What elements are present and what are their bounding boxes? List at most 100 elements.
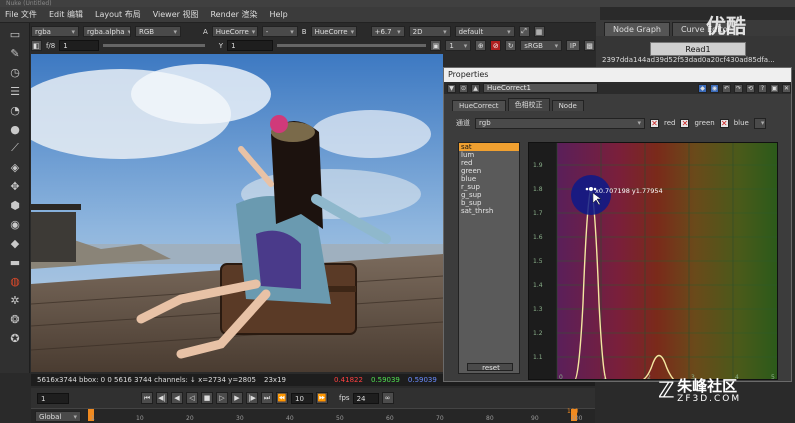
viewer-image[interactable] xyxy=(31,54,443,372)
proxy-icon[interactable]: ▣ xyxy=(430,40,442,51)
merge-icon[interactable]: ◈ xyxy=(4,159,26,175)
tangent-handle[interactable] xyxy=(585,187,589,191)
color-icon[interactable]: ◔ xyxy=(4,102,26,118)
lut-select[interactable]: default xyxy=(454,26,515,37)
node-name-field[interactable]: HueCorrect1 xyxy=(483,83,598,93)
gain-slider[interactable] xyxy=(103,44,205,47)
last-frame-icon[interactable]: ⏭ xyxy=(261,392,273,404)
pause-render-icon[interactable]: ⊕ xyxy=(475,40,487,51)
undo-icon[interactable]: ↶ xyxy=(722,83,731,93)
3d-icon[interactable]: ⬢ xyxy=(4,197,26,213)
overlay-icon[interactable]: ▦ xyxy=(533,26,545,37)
stop-render-icon[interactable]: ⊘ xyxy=(490,40,502,51)
curve-item-lum[interactable]: lum xyxy=(459,151,519,159)
compare-mode-select[interactable]: - xyxy=(261,26,298,37)
views-icon[interactable]: ◉ xyxy=(4,216,26,232)
settings-icon[interactable]: ⊙ xyxy=(459,83,468,93)
curve-item-r-sup[interactable]: r_sup xyxy=(459,183,519,191)
channel-layer-select[interactable]: rgba xyxy=(31,26,79,37)
skip-forward-icon[interactable]: ⏩ xyxy=(316,392,328,404)
tab-node-graph[interactable]: Node Graph xyxy=(604,22,670,36)
image-icon[interactable]: ▭ xyxy=(4,26,26,42)
alpha-channel-select[interactable]: rgba.alpha xyxy=(83,26,131,37)
tab-node[interactable]: Node xyxy=(551,100,584,111)
view-icon[interactable]: ◉ xyxy=(710,83,719,93)
metadata-icon[interactable]: ◆ xyxy=(4,235,26,251)
paint-brush-icon[interactable]: ✎ xyxy=(4,45,26,61)
viewer-lock-icon[interactable]: ▩ xyxy=(584,40,595,51)
first-frame-icon[interactable]: ⏮ xyxy=(141,392,153,404)
transform-icon[interactable]: ✥ xyxy=(4,178,26,194)
timeline-range-select[interactable]: Global xyxy=(35,411,81,422)
float-icon[interactable]: ▣ xyxy=(770,83,779,93)
proxy-select[interactable]: 1 xyxy=(445,40,472,51)
stop-icon[interactable]: ■ xyxy=(201,392,213,404)
start-frame-field[interactable]: 1 xyxy=(37,392,69,404)
close-icon[interactable]: ✕ xyxy=(782,83,791,93)
next-keyframe-icon[interactable]: |▶ xyxy=(246,392,258,404)
curve-keyframe[interactable] xyxy=(589,187,593,191)
plugins-icon[interactable]: ❂ xyxy=(4,311,26,327)
curve-item-blue[interactable]: blue xyxy=(459,175,519,183)
tab-huecorrect[interactable]: HueCorrect xyxy=(452,100,506,111)
step-forward-icon[interactable]: ▷ xyxy=(216,392,228,404)
furnace-icon[interactable]: ◍ xyxy=(4,273,26,289)
help-icon[interactable]: ? xyxy=(758,83,767,93)
menu-render[interactable]: Render 渲染 xyxy=(210,9,257,20)
gamma-field[interactable]: 1 xyxy=(227,40,273,51)
colorspace-select[interactable]: sRGB xyxy=(520,40,563,51)
curve-item-sat-thrsh[interactable]: sat_thrsh xyxy=(459,207,519,215)
blue-checkbox[interactable]: ✕ xyxy=(719,118,729,128)
menu-file[interactable]: File 文件 xyxy=(5,9,37,20)
menu-edit[interactable]: Edit 编辑 xyxy=(49,9,83,20)
revert-icon[interactable]: ⟲ xyxy=(746,83,755,93)
input-b-select[interactable]: HueCorre xyxy=(310,26,357,37)
timeline-ruler[interactable]: Global 100 1 10 20 30 40 50 60 70 80 90 … xyxy=(31,408,595,423)
red-checkbox[interactable]: ✕ xyxy=(650,118,659,128)
reset-button[interactable]: reset xyxy=(467,363,513,372)
keyer-icon[interactable]: ⟋ xyxy=(4,140,26,156)
channel-mask-select[interactable] xyxy=(753,117,766,129)
other-icon[interactable]: ✲ xyxy=(4,292,26,308)
step-back-icon[interactable]: ◁ xyxy=(186,392,198,404)
input-a-select[interactable]: HueCorre xyxy=(211,26,258,37)
display-channel-select[interactable]: RGB xyxy=(135,26,181,37)
skip-back-icon[interactable]: ⏪ xyxy=(276,392,288,404)
curve-item-g-sup[interactable]: g_sup xyxy=(459,191,519,199)
menu-help[interactable]: Help xyxy=(270,10,288,19)
skip-step-field[interactable]: 10 xyxy=(291,392,313,404)
time-icon[interactable]: ◷ xyxy=(4,64,26,80)
curve-item-b-sup[interactable]: b_sup xyxy=(459,199,519,207)
gamma-slider[interactable] xyxy=(276,44,427,47)
fstop-field[interactable]: 1 xyxy=(59,40,100,51)
curve-item-red[interactable]: red xyxy=(459,159,519,167)
toolsets-icon[interactable]: ▬ xyxy=(4,254,26,270)
redo-icon[interactable]: ↷ xyxy=(734,83,743,93)
loop-icon[interactable]: ∞ xyxy=(381,392,394,404)
prev-keyframe-icon[interactable]: ◀| xyxy=(156,392,168,404)
play-forward-icon[interactable]: ▶ xyxy=(231,392,243,404)
curve-item-sat[interactable]: sat xyxy=(459,143,519,151)
channel-icon[interactable]: ☰ xyxy=(4,83,26,99)
gain-select[interactable]: +6.7 xyxy=(370,26,405,37)
read-node[interactable]: Read1 xyxy=(650,42,746,56)
update-icon[interactable]: ↻ xyxy=(505,40,517,51)
collapse-icon[interactable]: ▼ xyxy=(447,83,456,93)
input-process-button[interactable]: IP xyxy=(566,40,581,51)
filter-icon[interactable]: ● xyxy=(4,121,26,137)
green-checkbox[interactable]: ✕ xyxy=(680,118,690,128)
fps-field[interactable]: 24 xyxy=(352,392,379,404)
play-backward-icon[interactable]: ◀ xyxy=(171,392,183,404)
menu-viewer[interactable]: Viewer 视图 xyxy=(153,9,199,20)
curve-item-green[interactable]: green xyxy=(459,167,519,175)
curve-editor-graph[interactable]: 1.9 1.8 1.7 1.6 1.5 1.4 1.3 1.2 1.1 0 1 … xyxy=(528,142,778,380)
menu-layout[interactable]: Layout 布局 xyxy=(95,9,141,20)
roi-icon[interactable]: ◧ xyxy=(31,40,42,51)
fit-icon[interactable]: ⤢ xyxy=(518,26,530,37)
color-icon[interactable]: ◆ xyxy=(698,83,707,93)
gizmo-icon[interactable]: ✪ xyxy=(4,330,26,346)
view-mode-select[interactable]: 2D xyxy=(408,26,451,37)
tab-hue-correct-cn[interactable]: 色相校正 xyxy=(507,98,550,111)
channels-select[interactable]: rgb xyxy=(475,117,645,129)
node-icon[interactable]: ▲ xyxy=(471,83,480,93)
